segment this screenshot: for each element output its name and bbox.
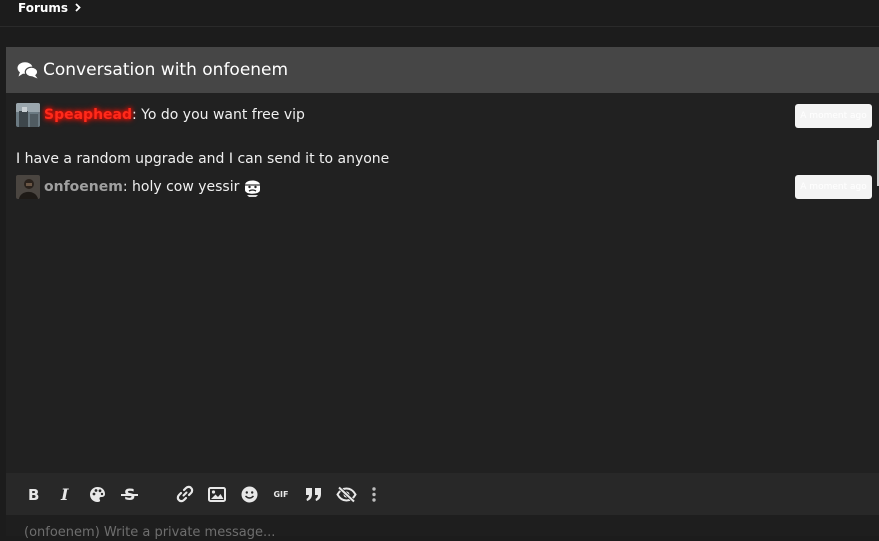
- more-options-icon[interactable]: [370, 485, 378, 503]
- italic-button[interactable]: I: [58, 485, 72, 503]
- message-row: onfoenem : holy cow yessir: [16, 175, 262, 199]
- message-text: : holy cow yessir: [122, 179, 240, 195]
- bold-button[interactable]: B: [26, 485, 40, 503]
- strikethrough-button[interactable]: S: [120, 485, 138, 503]
- breadcrumb-forums[interactable]: Forums: [18, 0, 81, 15]
- quote-button[interactable]: [304, 485, 322, 503]
- color-palette-button[interactable]: [88, 485, 106, 503]
- editor-toolbar: B I S: [6, 473, 879, 515]
- message-text: I have a random upgrade and I can send i…: [16, 151, 390, 167]
- message-editor: [6, 515, 879, 541]
- gif-button[interactable]: GIF: [272, 485, 290, 503]
- message-text: : Yo do you want free vip: [132, 107, 305, 123]
- link-button[interactable]: [176, 485, 194, 503]
- svg-text:B: B: [28, 487, 39, 502]
- timestamp-badge: A moment ago: [795, 175, 872, 199]
- username-link[interactable]: onfoenem: [44, 179, 123, 195]
- message-input[interactable]: [24, 523, 864, 541]
- spoiler-button[interactable]: [335, 485, 357, 503]
- comments-icon: [17, 61, 39, 79]
- image-button[interactable]: [208, 485, 226, 503]
- avatar[interactable]: [16, 175, 40, 199]
- message-row: Speaphead : Yo do you want free vip: [16, 103, 305, 127]
- avatar[interactable]: [16, 103, 40, 127]
- chevron-right-icon: [75, 3, 81, 12]
- timestamp-badge: A moment ago: [795, 104, 872, 128]
- gif-label: GIF: [273, 489, 289, 499]
- username-link[interactable]: Speaphead: [44, 107, 132, 123]
- emoji-button[interactable]: [241, 485, 258, 503]
- top-bar: Forums: [0, 0, 879, 27]
- conversation-header: Conversation with onfoenem: [6, 47, 879, 93]
- emoji-face-icon: [243, 176, 262, 198]
- svg-text:I: I: [60, 487, 69, 502]
- conversation-title: Conversation with onfoenem: [43, 60, 289, 80]
- conversation-panel: Conversation with onfoenem Speaphead : Y…: [6, 47, 879, 541]
- breadcrumb-label: Forums: [18, 0, 69, 15]
